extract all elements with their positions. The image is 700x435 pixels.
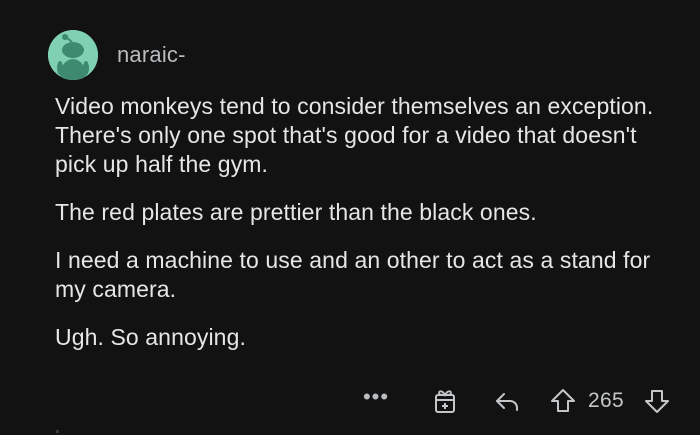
comment-paragraph: The red plates are prettier than the bla… <box>55 199 537 225</box>
reply-button[interactable] <box>491 383 523 419</box>
comment-paragraph: Ugh. So annoying. <box>55 324 246 350</box>
username[interactable]: naraic- <box>117 42 186 68</box>
comment-body: Video monkeys tend to consider themselve… <box>55 92 675 371</box>
upvote-button[interactable] <box>548 383 578 419</box>
comment-paragraph: Video monkeys tend to consider themselve… <box>55 93 654 177</box>
thread-line-mark <box>56 430 59 433</box>
comment-paragraph: I need a machine to use and an other to … <box>55 247 651 302</box>
award-gift-icon <box>435 390 455 413</box>
user-avatar[interactable] <box>48 30 98 80</box>
upvote-arrow-icon <box>551 389 575 412</box>
downvote-button[interactable] <box>642 383 672 419</box>
more-options-icon: ••• <box>362 384 390 409</box>
comment-actions-bar: ••• 265 <box>0 383 700 419</box>
reply-arrow-icon <box>496 393 518 411</box>
downvote-arrow-icon <box>645 390 669 413</box>
more-options-button[interactable]: ••• <box>362 383 390 419</box>
snoo-avatar-icon <box>48 30 98 80</box>
comment-card: naraic- Video monkeys tend to consider t… <box>0 0 700 435</box>
award-button[interactable] <box>429 383 461 419</box>
vote-score: 265 <box>588 389 624 412</box>
